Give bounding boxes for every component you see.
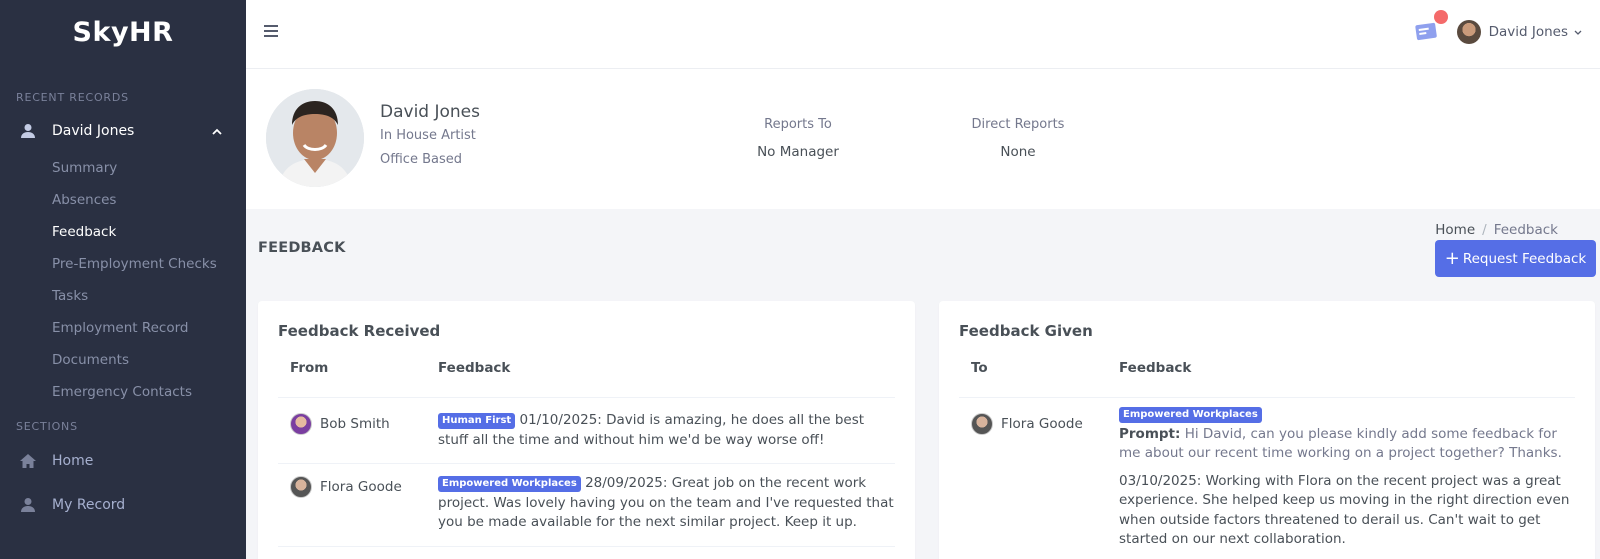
- avatar: [1456, 20, 1481, 44]
- sidebar-sub-employment-record[interactable]: Employment Record: [0, 312, 246, 344]
- hamburger-menu-icon[interactable]: [264, 22, 284, 42]
- table-divider: [959, 397, 1575, 398]
- sidebar-item-label: My Record: [52, 497, 126, 513]
- feedback-received-title: Feedback Received: [278, 322, 441, 340]
- sidebar-sub-absences[interactable]: Absences: [0, 184, 246, 216]
- feedback-text: Human First 01/10/2025: David is amazing…: [438, 411, 895, 450]
- person-name: Bob Smith: [320, 416, 390, 432]
- request-feedback-button[interactable]: + Request Feedback: [1435, 240, 1596, 277]
- plus-icon: +: [1444, 247, 1460, 269]
- feedback-given-title: Feedback Given: [959, 322, 1093, 340]
- table-row: Flora Goode Empowered Workplaces Prompt:…: [959, 403, 1575, 559]
- direct-reports-value: None: [1000, 144, 1036, 160]
- user-icon: [18, 121, 38, 141]
- sidebar-item-label: David Jones: [52, 123, 135, 139]
- chevron-up-icon: [212, 123, 222, 139]
- sidebar-item-david-jones[interactable]: David Jones: [0, 110, 246, 152]
- avatar: [290, 476, 312, 498]
- topbar: David Jones: [246, 0, 1600, 69]
- user-menu[interactable]: David Jones: [1456, 20, 1582, 44]
- brand-logo[interactable]: SkyHR: [0, 0, 246, 64]
- value-badge: Empowered Workplaces: [1119, 407, 1262, 423]
- feedback-text: Empowered Workplaces Prompt: Hi David, c…: [1119, 405, 1575, 550]
- sections-title: SECTIONS: [16, 420, 78, 433]
- sidebar-sub-tasks[interactable]: Tasks: [0, 280, 246, 312]
- person-name: Flora Goode: [320, 479, 402, 495]
- feedback-text: Empowered Workplaces 28/09/2025: Great j…: [438, 474, 895, 533]
- sidebar-sub-documents[interactable]: Documents: [0, 344, 246, 376]
- profile-name: David Jones: [380, 102, 480, 122]
- notification-button[interactable]: [1414, 10, 1448, 46]
- sidebar-item-label: Home: [52, 453, 94, 469]
- breadcrumb-home[interactable]: Home: [1435, 222, 1475, 238]
- user-icon: [18, 495, 38, 515]
- breadcrumb-separator: /: [1482, 222, 1487, 238]
- feedback-received-card: Feedback Received From Feedback Bob Smit…: [258, 301, 915, 559]
- notification-dot: [1434, 10, 1448, 24]
- feedback-given-card: Feedback Given To Feedback Flora Goode E…: [939, 301, 1595, 559]
- profile-location: Office Based: [380, 152, 462, 167]
- col-header-from: From: [290, 360, 329, 376]
- profile-header: David Jones In House Artist Office Based…: [246, 69, 1600, 209]
- home-icon: [18, 451, 38, 471]
- reports-to-stat: Reports To No Manager: [718, 117, 878, 160]
- profile-photo: [266, 89, 364, 187]
- sidebar-item-home[interactable]: Home: [0, 439, 246, 483]
- table-row: Bob Smith Human First 01/10/2025: David …: [278, 403, 895, 463]
- row-divider: [278, 546, 895, 547]
- avatar: [290, 413, 312, 435]
- table-row: Flora Goode Empowered Workplaces 28/09/2…: [278, 464, 895, 546]
- col-header-feedback: Feedback: [1119, 360, 1192, 376]
- value-badge: Human First: [438, 413, 516, 429]
- sidebar-sub-emergency-contacts[interactable]: Emergency Contacts: [0, 376, 246, 408]
- chevron-down-icon: [1574, 27, 1582, 38]
- breadcrumb: Home / Feedback: [1435, 222, 1558, 238]
- sidebar-sub-feedback[interactable]: Feedback: [0, 216, 246, 248]
- notification-icon: [1415, 22, 1437, 41]
- direct-reports-stat: Direct Reports None: [938, 117, 1098, 160]
- reports-to-value: No Manager: [757, 144, 839, 160]
- reports-to-label: Reports To: [764, 117, 832, 132]
- direct-reports-label: Direct Reports: [971, 117, 1065, 132]
- sidebar: SkyHR RECENT RECORDS David Jones Summary…: [0, 0, 246, 559]
- col-header-to: To: [971, 360, 988, 376]
- feedback-from: Flora Goode: [290, 476, 402, 498]
- value-badge: Empowered Workplaces: [438, 476, 581, 492]
- sidebar-item-my-record[interactable]: My Record: [0, 483, 246, 527]
- prompt-label: Prompt:: [1119, 425, 1181, 442]
- prompt-text: Hi David, can you please kindly add some…: [1119, 425, 1562, 462]
- recent-records-title: RECENT RECORDS: [16, 91, 129, 104]
- feedback-to: Flora Goode: [971, 413, 1083, 435]
- person-name: Flora Goode: [1001, 416, 1083, 432]
- sidebar-sub-pre-employment-checks[interactable]: Pre-Employment Checks: [0, 248, 246, 280]
- avatar: [971, 413, 993, 435]
- feedback-body: 03/10/2025: Working with Flora on the re…: [1119, 472, 1570, 548]
- user-name: David Jones: [1488, 24, 1568, 40]
- breadcrumb-current: Feedback: [1493, 222, 1558, 238]
- table-divider: [278, 397, 895, 398]
- page-title: FEEDBACK: [258, 240, 346, 256]
- col-header-feedback: Feedback: [438, 360, 511, 376]
- profile-role: In House Artist: [380, 128, 476, 143]
- feedback-from: Bob Smith: [290, 413, 390, 435]
- sidebar-sub-summary[interactable]: Summary: [0, 152, 246, 184]
- request-feedback-label: Request Feedback: [1462, 250, 1587, 267]
